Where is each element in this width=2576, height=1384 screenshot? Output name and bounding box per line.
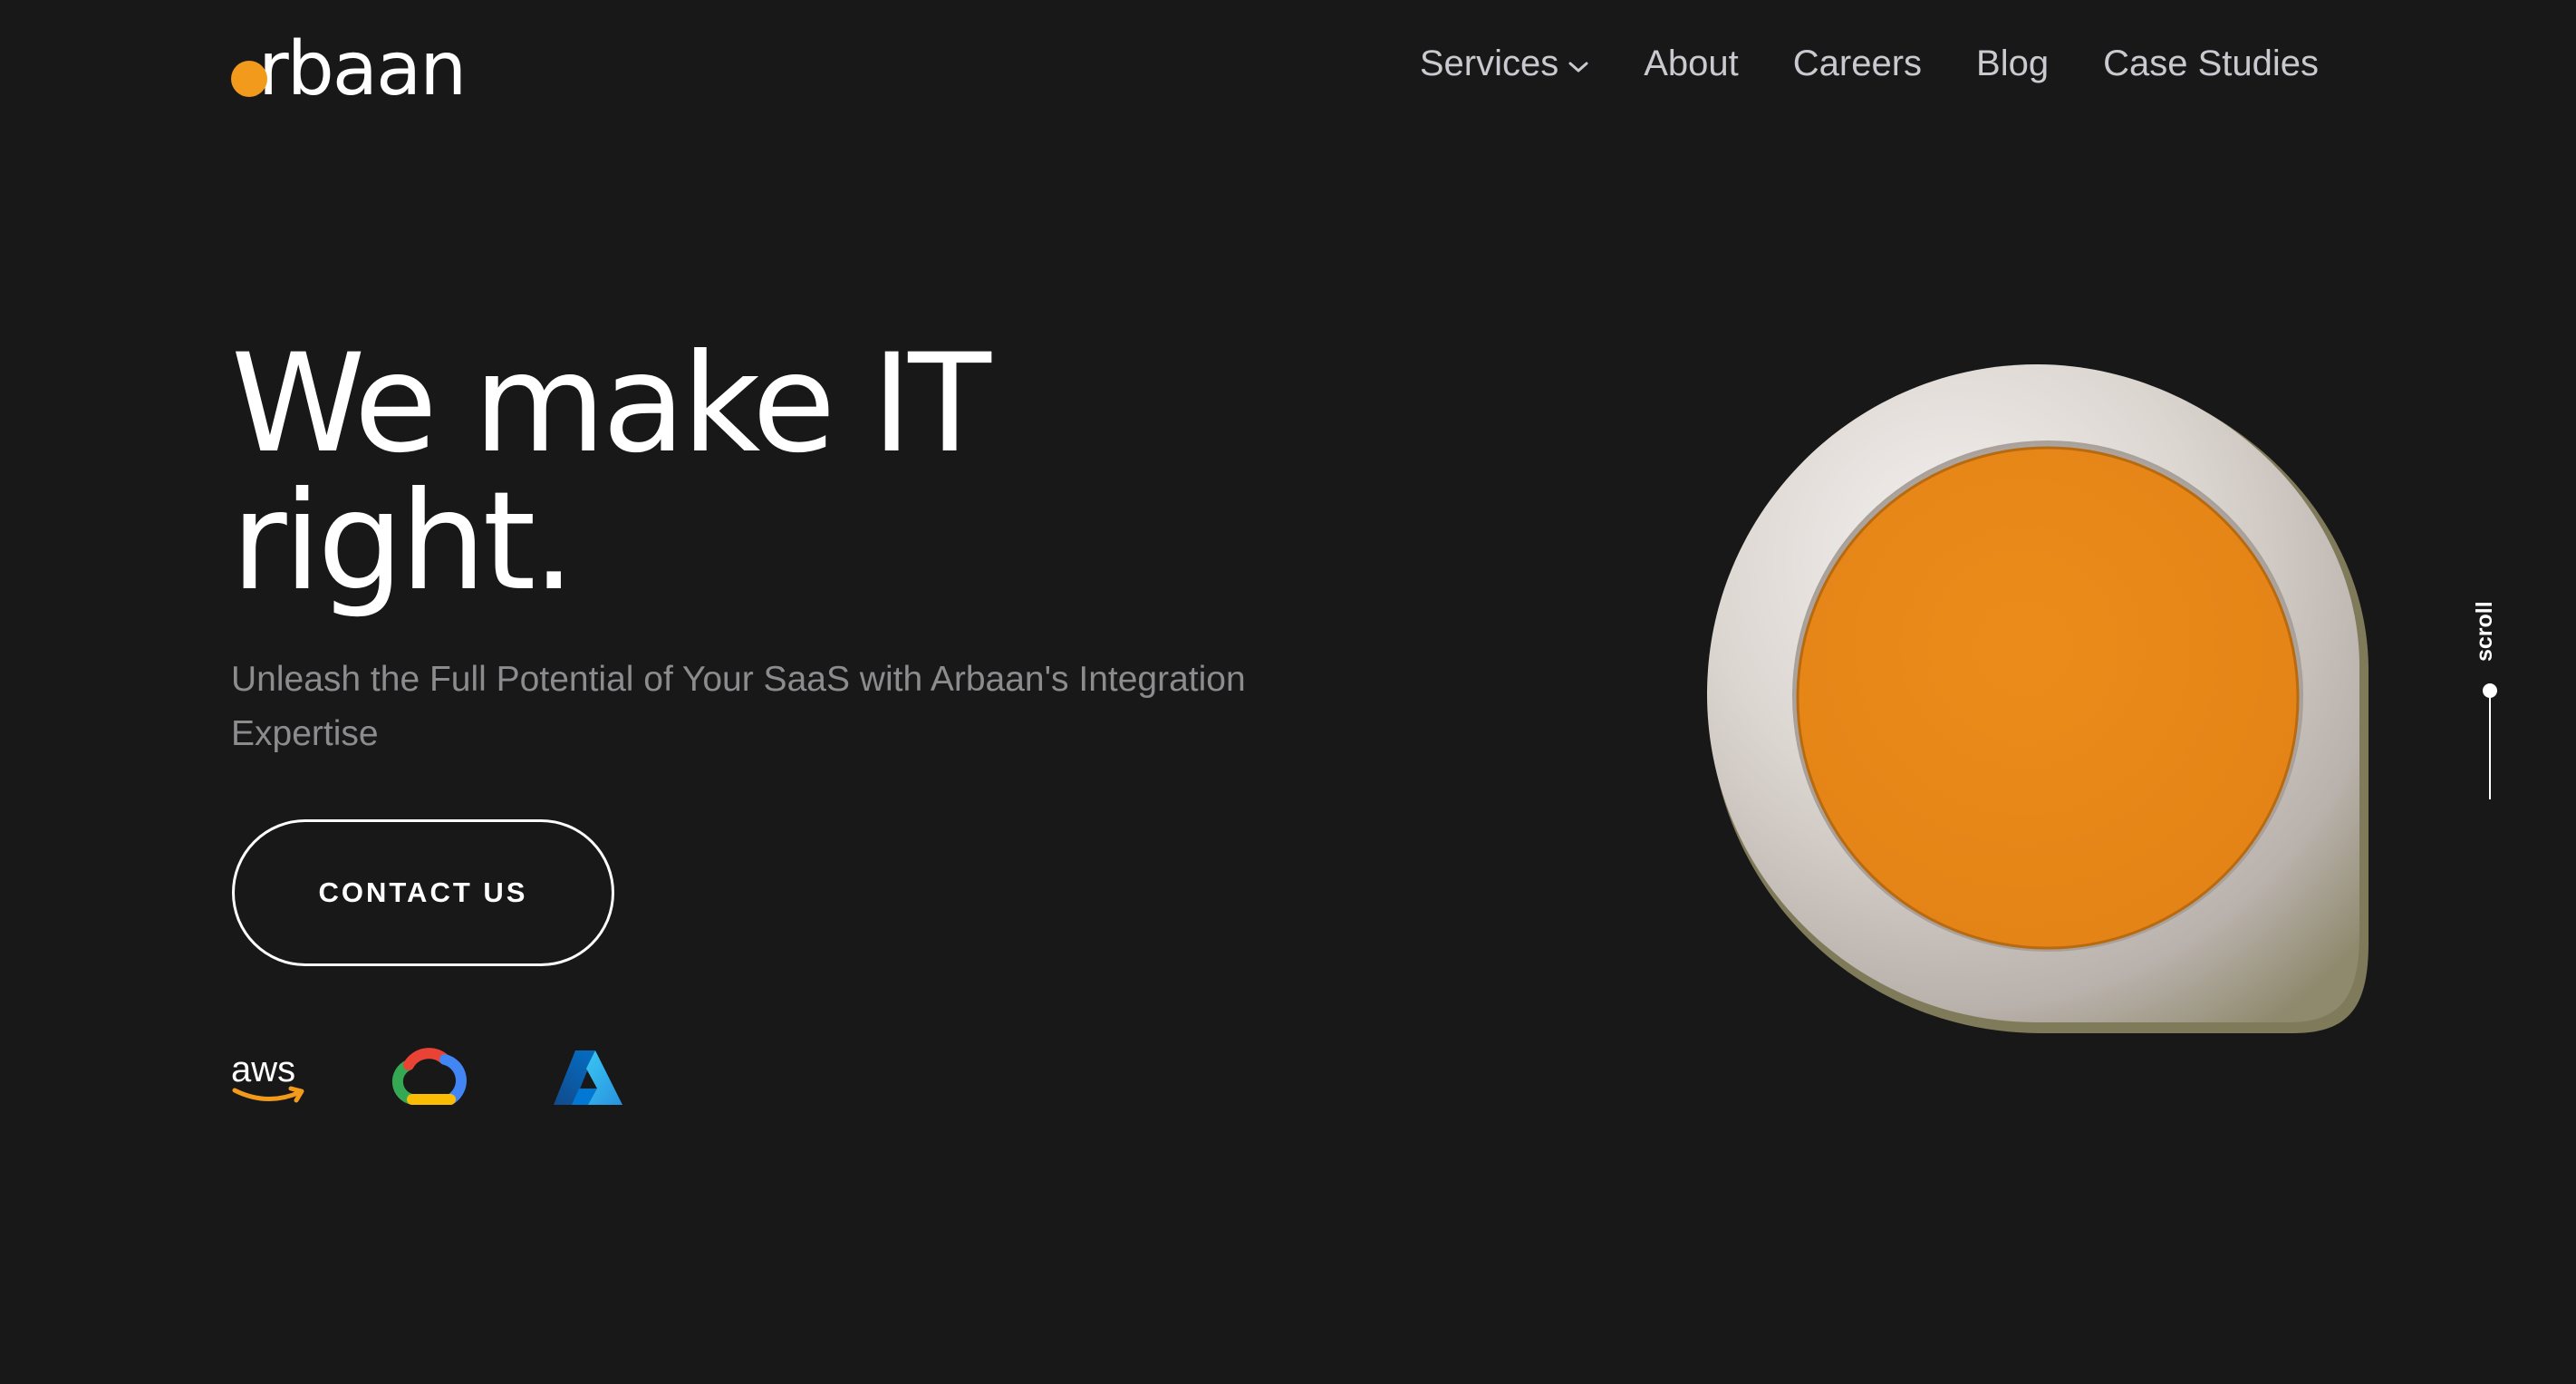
hero-subtitle: Unleash the Full Potential of Your SaaS … xyxy=(231,660,1246,753)
scroll-line xyxy=(2489,698,2491,799)
main-nav: Services About Careers Blog Case Studies xyxy=(1420,44,2319,84)
nav-item-blog[interactable]: Blog xyxy=(1976,44,2049,84)
page: rbaan Services About Careers Blog Case S… xyxy=(0,0,2576,1384)
logo-dot-icon xyxy=(231,61,267,97)
hero-title-line-2: right. xyxy=(231,463,575,621)
scroll-indicator[interactable]: scroll xyxy=(2465,598,2519,807)
nav-item-services[interactable]: Services xyxy=(1420,44,1589,84)
aws-logo-icon: aws xyxy=(231,1050,304,1103)
location-pin-illustration xyxy=(1707,364,2369,1033)
nav-item-careers[interactable]: Careers xyxy=(1793,44,1922,84)
aws-logo-text: aws xyxy=(231,1050,295,1089)
nav-item-label: Services xyxy=(1419,44,1559,83)
scroll-dot-icon xyxy=(2483,683,2497,698)
cloud-partner-logos: aws xyxy=(231,1047,624,1110)
nav-item-case-studies[interactable]: Case Studies xyxy=(2103,44,2319,84)
azure-logo-icon xyxy=(554,1050,622,1105)
brand-logo[interactable]: rbaan xyxy=(231,26,467,114)
chevron-down-icon xyxy=(1568,62,1588,72)
hero-title-line-1: We make IT xyxy=(231,325,991,483)
nav-item-about[interactable]: About xyxy=(1644,44,1739,84)
hero-title: We make IT right. xyxy=(231,335,1409,611)
contact-us-button[interactable]: CONTACT US xyxy=(232,819,614,966)
logo-wordmark: rbaan xyxy=(258,26,467,112)
scroll-label: scroll xyxy=(2472,601,2497,662)
google-cloud-logo-icon xyxy=(391,1048,467,1105)
